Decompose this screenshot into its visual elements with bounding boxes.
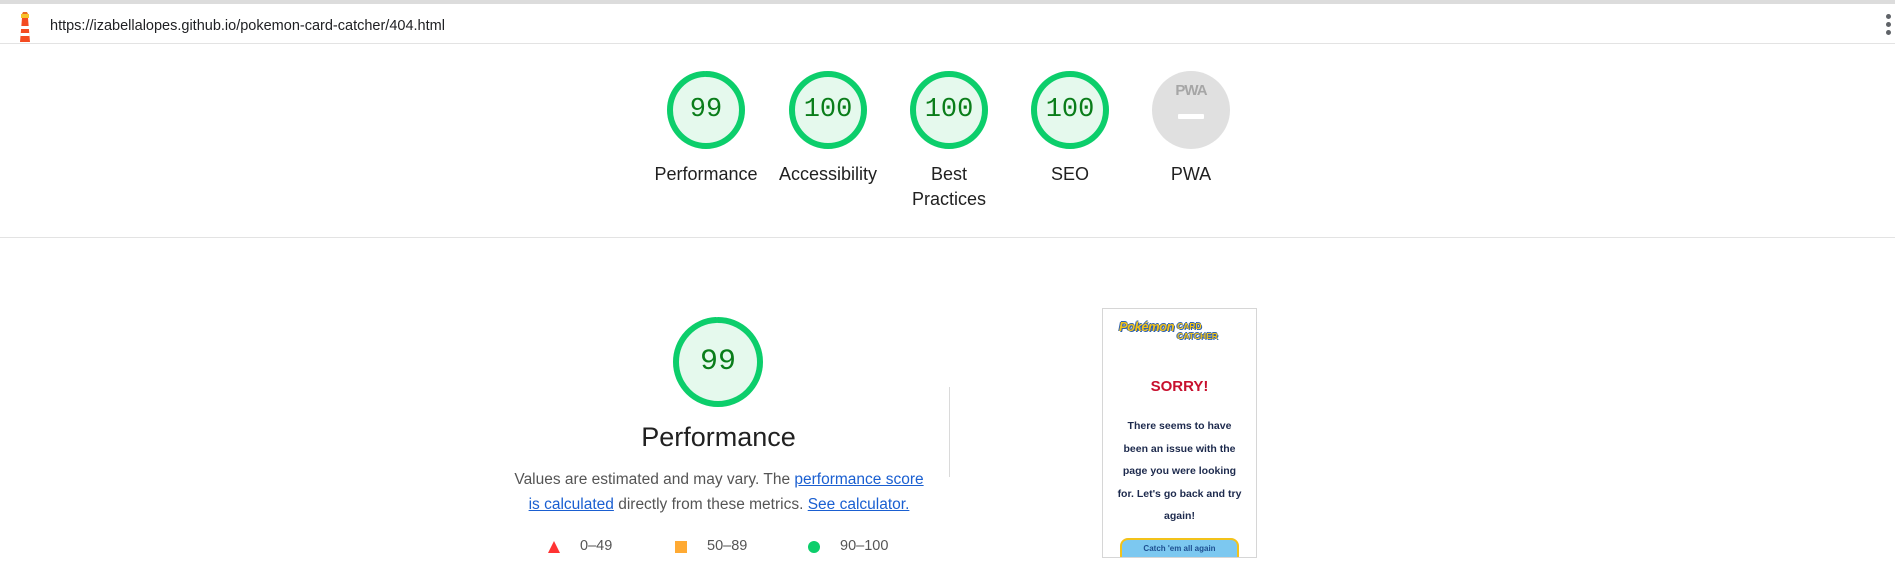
category-gauges: 99 Performance 100 Accessibility 100 Bes… <box>0 44 1895 238</box>
lighthouse-icon <box>20 12 30 42</box>
pokemon-logo: Pokémon CARD CATCHER <box>1119 317 1241 341</box>
gauge-seo[interactable]: 100 SEO <box>1010 70 1130 187</box>
legend-range: 50–89 <box>707 538 748 554</box>
gauge-performance[interactable]: 99 Performance <box>646 70 766 187</box>
gauge-best-practices[interactable]: 100 Best Practices <box>889 70 1009 212</box>
performance-description: Values are estimated and may vary. The p… <box>512 467 926 517</box>
report-topbar: https://izabellalopes.github.io/pokemon-… <box>0 0 1895 44</box>
vertical-dots-icon[interactable] <box>1883 14 1893 40</box>
logo-main-text: Pokémon <box>1119 319 1175 334</box>
section-divider <box>949 387 950 477</box>
sorry-heading: SORRY! <box>1150 378 1209 395</box>
gauge-label: Accessibility <box>778 164 878 184</box>
error-message: There seems to have been an issue with t… <box>1117 420 1242 522</box>
gauge-score: 99 <box>689 95 723 125</box>
circle-icon <box>808 541 820 553</box>
triangle-icon <box>548 541 560 553</box>
gauge-label: SEO <box>1050 164 1089 184</box>
performance-score: 99 <box>699 345 736 379</box>
performance-main-gauge: 99 <box>672 316 764 408</box>
gauge-score: 100 <box>803 95 853 125</box>
see-calculator-link[interactable]: See calculator. <box>808 496 910 513</box>
gauge-label: PWA <box>1170 164 1212 184</box>
logo-sub-text: CARD CATCHER <box>1177 321 1218 341</box>
page-url[interactable]: https://izabellalopes.github.io/pokemon-… <box>50 18 445 34</box>
gauge-pwa[interactable]: PWA PWA <box>1131 70 1251 187</box>
square-icon <box>675 541 687 553</box>
gauge-accessibility[interactable]: 100 Accessibility <box>768 70 888 187</box>
gauge-score: 100 <box>924 95 974 125</box>
gauge-label: Performance <box>654 164 758 184</box>
final-screenshot[interactable]: Pokémon CARD CATCHER SORRY! There seems … <box>1102 308 1257 558</box>
desc-text: directly from these metrics. <box>613 496 808 513</box>
performance-section: 99 Performance Values are estimated and … <box>0 238 1895 585</box>
gauge-label: Best Practices <box>911 164 987 209</box>
desc-text: Values are estimated and may vary. The <box>514 471 795 488</box>
catch-again-button: Catch 'em all again <box>1120 538 1239 557</box>
legend-range: 90–100 <box>840 538 889 554</box>
pwa-badge-text: PWA <box>1175 82 1207 99</box>
pwa-dash-icon <box>1178 114 1204 119</box>
performance-title: Performance <box>641 422 796 452</box>
gauge-score: 100 <box>1045 95 1095 125</box>
legend-range: 0–49 <box>580 538 613 554</box>
